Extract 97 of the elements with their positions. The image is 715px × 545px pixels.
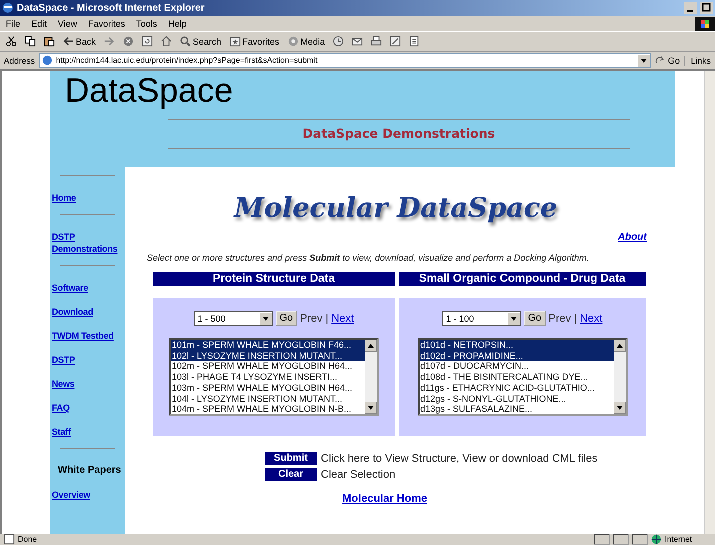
- address-label: Address: [4, 56, 36, 66]
- action-description: Click here to View Structure, View or download CML files: [321, 452, 598, 464]
- maximize-icon[interactable]: [700, 2, 713, 14]
- list-option[interactable]: d107d - DUOCARMYCIN...: [420, 361, 614, 372]
- sidebar-link[interactable]: Overview: [52, 489, 90, 501]
- page-scrollbar[interactable]: [704, 71, 715, 534]
- scroll-down-icon[interactable]: [365, 402, 377, 414]
- list-option[interactable]: d102d - PROPAMIDINE...: [420, 350, 614, 362]
- go-arrow-icon: [655, 55, 666, 66]
- menu-item[interactable]: Help: [168, 18, 187, 28]
- mail-icon[interactable]: [352, 36, 364, 47]
- home-icon[interactable]: [161, 36, 172, 47]
- history-icon[interactable]: [333, 36, 344, 47]
- go-button[interactable]: Go: [524, 311, 546, 326]
- prev-label: Prev: [300, 312, 323, 324]
- zone-label: Internet: [665, 535, 694, 544]
- media-button[interactable]: Media: [288, 36, 326, 47]
- prev-label: Prev: [548, 312, 572, 324]
- list-scrollbar[interactable]: [614, 340, 626, 414]
- structure-listbox[interactable]: d101d - NETROPSIN... d102d - PROPAMIDINE... d107d - DUOCARMYCIN... d108d - THE BISINTERCALATING DYE... d11gs - ETHACRYNIC ACID-GLUTATHIO... d12gs - S-NONYL-GLUTATHIONE... d13gs - SULFASALAZINE...: [418, 338, 628, 416]
- range-dropdown[interactable]: 1 - 100: [442, 311, 522, 326]
- favorites-button[interactable]: Favorites: [230, 36, 280, 47]
- status-pane: [613, 534, 629, 545]
- globe-icon: [651, 534, 662, 545]
- status-text: Done: [18, 535, 38, 544]
- go-button[interactable]: Go: [655, 55, 680, 66]
- separator-text: |: [574, 312, 578, 324]
- scroll-up-icon[interactable]: [614, 340, 626, 352]
- refresh-icon[interactable]: [142, 36, 154, 47]
- page-title: Molecular DataSpace: [232, 193, 559, 224]
- discuss-icon[interactable]: [409, 36, 420, 47]
- action-button[interactable]: Clear: [265, 468, 317, 481]
- instruction-text: Select one or more structures and press Submit to view, download, visualize and perform a Docking Algorithm.: [147, 253, 590, 263]
- copy-icon[interactable]: [25, 36, 36, 47]
- next-link[interactable]: Next: [580, 312, 603, 324]
- links-button[interactable]: Links: [684, 56, 711, 66]
- windows-logo-icon: [695, 16, 715, 30]
- list-option[interactable]: d101d - NETROPSIN...: [420, 340, 614, 351]
- sidebar-link[interactable]: DSTP Demonstrations: [52, 231, 125, 255]
- section-heading: Protein Structure Data: [153, 272, 395, 286]
- structure-listbox[interactable]: [169, 338, 379, 416]
- list-option[interactable]: 101m - SPERM WHALE MYOGLOBIN F46...: [171, 340, 365, 351]
- sidebar-link[interactable]: Download: [52, 306, 94, 318]
- window-title: DataSpace - Microsoft Internet Explorer: [17, 2, 205, 14]
- about-link[interactable]: About: [618, 232, 647, 243]
- range-dropdown[interactable]: 1 - 500: [194, 311, 273, 326]
- list-option[interactable]: d11gs - ETHACRYNIC ACID-GLUTATHIO...: [420, 382, 614, 394]
- list-option[interactable]: 103m - SPERM WHALE MYOGLOBIN H64...: [171, 382, 365, 394]
- list-option[interactable]: 103l - PHAGE T4 LYSOZYME INSERTI...: [171, 372, 365, 383]
- sidebar-link[interactable]: FAQ: [52, 402, 70, 414]
- list-option[interactable]: d12gs - S-NONYL-GLUTATHIONE...: [420, 394, 614, 404]
- back-arrow-icon: [63, 36, 74, 47]
- sidebar-link[interactable]: Home: [52, 192, 76, 204]
- minimize-icon[interactable]: [684, 2, 697, 14]
- list-option[interactable]: 102m - SPERM WHALE MYOGLOBIN H64...: [171, 361, 365, 372]
- list-option[interactable]: 104m - SPERM WHALE MYOGLOBIN N-B...: [171, 404, 365, 414]
- page-icon: [42, 55, 54, 66]
- edit-icon[interactable]: [390, 36, 402, 47]
- browser-icon: [2, 2, 14, 14]
- list-option[interactable]: 102l - LYSOZYME INSERTION MUTANT...: [171, 350, 365, 362]
- search-icon: [180, 36, 192, 47]
- home-link[interactable]: Molecular Home: [342, 493, 428, 505]
- search-button[interactable]: Search: [180, 36, 222, 47]
- sidebar-link[interactable]: TWDM Testbed: [52, 330, 114, 342]
- list-option[interactable]: d13gs - SULFASALAZINE...: [420, 404, 614, 414]
- paste-icon[interactable]: [44, 36, 55, 47]
- back-button[interactable]: Back: [63, 36, 96, 47]
- sidebar-link[interactable]: Staff: [52, 426, 71, 438]
- sidebar-link[interactable]: News: [52, 378, 75, 390]
- scissors-icon[interactable]: [6, 36, 17, 47]
- action-description: Clear Selection: [321, 468, 396, 480]
- scroll-up-icon[interactable]: [365, 340, 377, 352]
- menu-item[interactable]: View: [58, 18, 78, 28]
- list-option[interactable]: 104l - LYSOZYME INSERTION MUTANT...: [171, 394, 365, 404]
- go-button[interactable]: Go: [276, 311, 298, 326]
- next-link[interactable]: Next: [332, 312, 354, 324]
- stop-icon[interactable]: [123, 36, 134, 47]
- page-subtitle: DataSpace Demonstrations: [302, 125, 496, 143]
- list-option[interactable]: d108d - THE BISINTERCALATING DYE...: [420, 372, 614, 383]
- print-icon[interactable]: [371, 36, 382, 47]
- action-button[interactable]: Submit: [265, 452, 317, 465]
- sidebar-heading: White Papers: [57, 465, 122, 477]
- menu-item[interactable]: Edit: [32, 18, 48, 28]
- menu-item[interactable]: File: [6, 18, 21, 28]
- menu-item[interactable]: Tools: [136, 18, 158, 28]
- scroll-down-icon[interactable]: [614, 402, 626, 414]
- section-heading: Small Organic Compound - Drug Data: [399, 272, 646, 286]
- disc-icon: [288, 36, 299, 47]
- address-field[interactable]: http://ncdm144.lac.uic.edu/protein/index.php?sPage=first&sAction=submit: [39, 53, 652, 68]
- menu-item[interactable]: Favorites: [88, 18, 126, 28]
- sidebar-link[interactable]: Software: [52, 282, 88, 294]
- site-logo: DataSpace: [64, 73, 234, 109]
- sidebar-link[interactable]: DSTP: [52, 354, 76, 366]
- status-pane: [594, 534, 610, 545]
- list-scrollbar[interactable]: [365, 340, 377, 414]
- separator-text: |: [326, 312, 329, 324]
- status-pane: [632, 534, 648, 545]
